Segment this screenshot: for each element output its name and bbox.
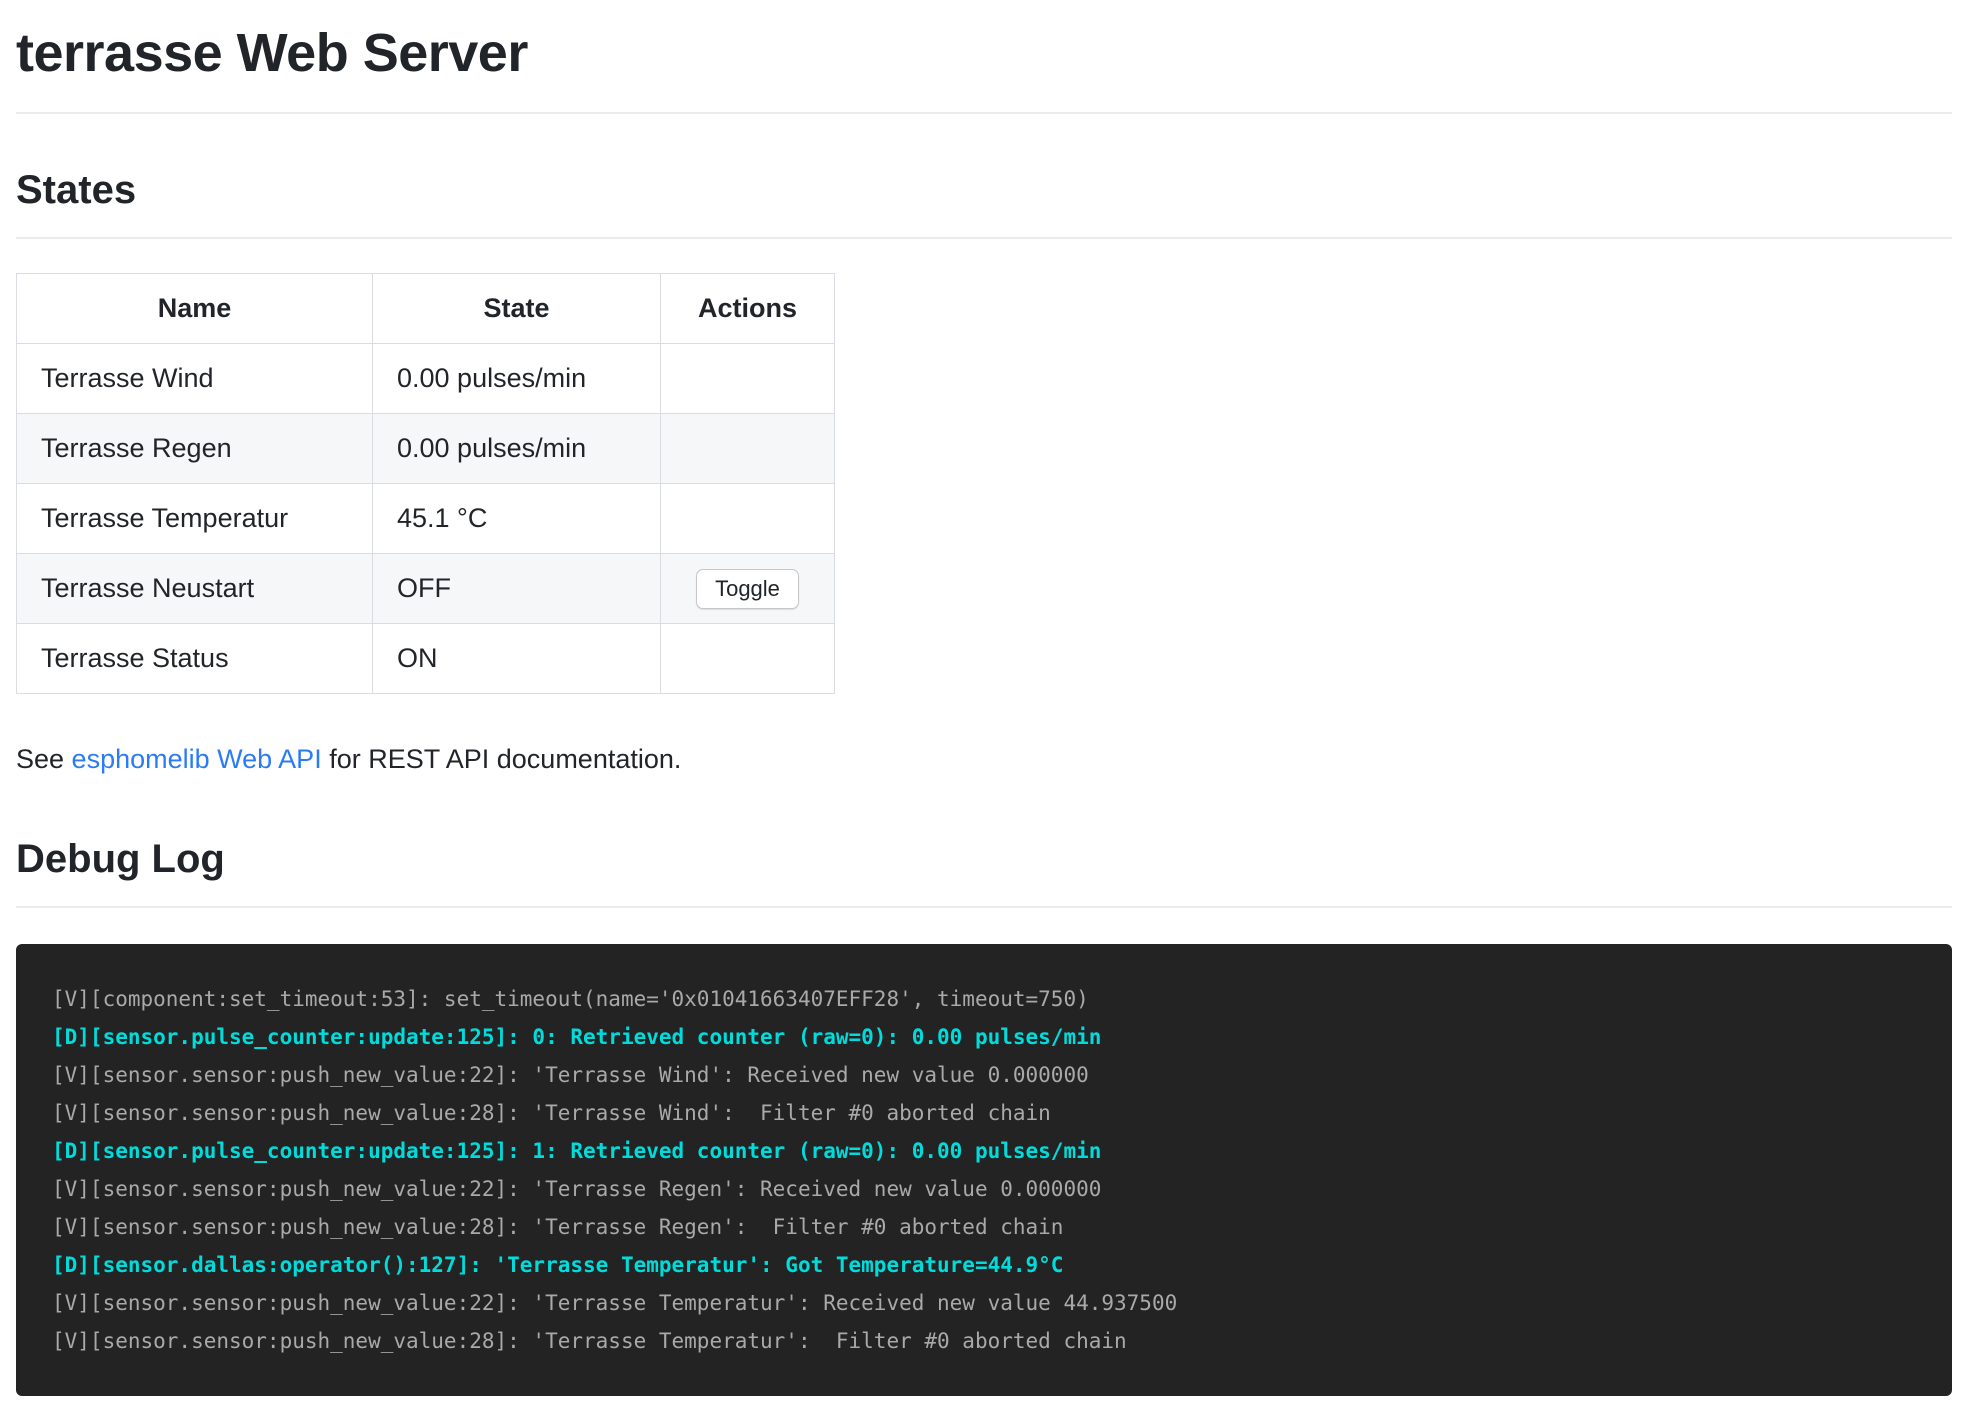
state-name-cell: Terrasse Temperatur	[17, 484, 373, 554]
log-line: [V][component:set_timeout:53]: set_timeo…	[52, 980, 1932, 1018]
log-line: [D][sensor.pulse_counter:update:125]: 0:…	[52, 1018, 1932, 1056]
debug-log-console: [V][component:set_timeout:53]: set_timeo…	[16, 944, 1952, 1396]
state-value-cell: OFF	[373, 554, 661, 624]
column-header-state: State	[373, 274, 661, 344]
esphomelib-web-api-link[interactable]: esphomelib Web API	[72, 744, 322, 774]
debug-log-section-heading: Debug Log	[16, 837, 1952, 908]
state-actions-cell	[661, 414, 835, 484]
api-note-prefix: See	[16, 744, 72, 774]
api-note-suffix: for REST API documentation.	[322, 744, 682, 774]
table-row: Terrasse Status ON	[17, 624, 835, 694]
toggle-button[interactable]: Toggle	[696, 569, 799, 609]
table-row: Terrasse Wind 0.00 pulses/min	[17, 344, 835, 414]
log-line: [V][sensor.sensor:push_new_value:22]: 'T…	[52, 1170, 1932, 1208]
state-name-cell: Terrasse Wind	[17, 344, 373, 414]
table-header-row: Name State Actions	[17, 274, 835, 344]
log-line: [D][sensor.pulse_counter:update:125]: 1:…	[52, 1132, 1932, 1170]
table-row: Terrasse Regen 0.00 pulses/min	[17, 414, 835, 484]
state-actions-cell: Toggle	[661, 554, 835, 624]
state-name-cell: Terrasse Neustart	[17, 554, 373, 624]
log-line: [D][sensor.dallas:operator():127]: 'Terr…	[52, 1246, 1932, 1284]
column-header-name: Name	[17, 274, 373, 344]
state-name-cell: Terrasse Status	[17, 624, 373, 694]
states-table: Name State Actions Terrasse Wind 0.00 pu…	[16, 273, 835, 694]
log-line: [V][sensor.sensor:push_new_value:28]: 'T…	[52, 1208, 1932, 1246]
page-title: terrasse Web Server	[16, 0, 1952, 114]
state-value-cell: 0.00 pulses/min	[373, 414, 661, 484]
state-name-cell: Terrasse Regen	[17, 414, 373, 484]
states-section-heading: States	[16, 168, 1952, 239]
api-note: See esphomelib Web API for REST API docu…	[16, 744, 1952, 775]
state-actions-cell	[661, 344, 835, 414]
state-value-cell: 0.00 pulses/min	[373, 344, 661, 414]
state-value-cell: 45.1 °C	[373, 484, 661, 554]
state-actions-cell	[661, 624, 835, 694]
table-row: Terrasse Neustart OFF Toggle	[17, 554, 835, 624]
table-row: Terrasse Temperatur 45.1 °C	[17, 484, 835, 554]
log-line: [V][sensor.sensor:push_new_value:22]: 'T…	[52, 1056, 1932, 1094]
log-line: [V][sensor.sensor:push_new_value:28]: 'T…	[52, 1322, 1932, 1360]
log-line: [V][sensor.sensor:push_new_value:22]: 'T…	[52, 1284, 1932, 1322]
log-line: [V][sensor.sensor:push_new_value:28]: 'T…	[52, 1094, 1932, 1132]
state-actions-cell	[661, 484, 835, 554]
column-header-actions: Actions	[661, 274, 835, 344]
state-value-cell: ON	[373, 624, 661, 694]
